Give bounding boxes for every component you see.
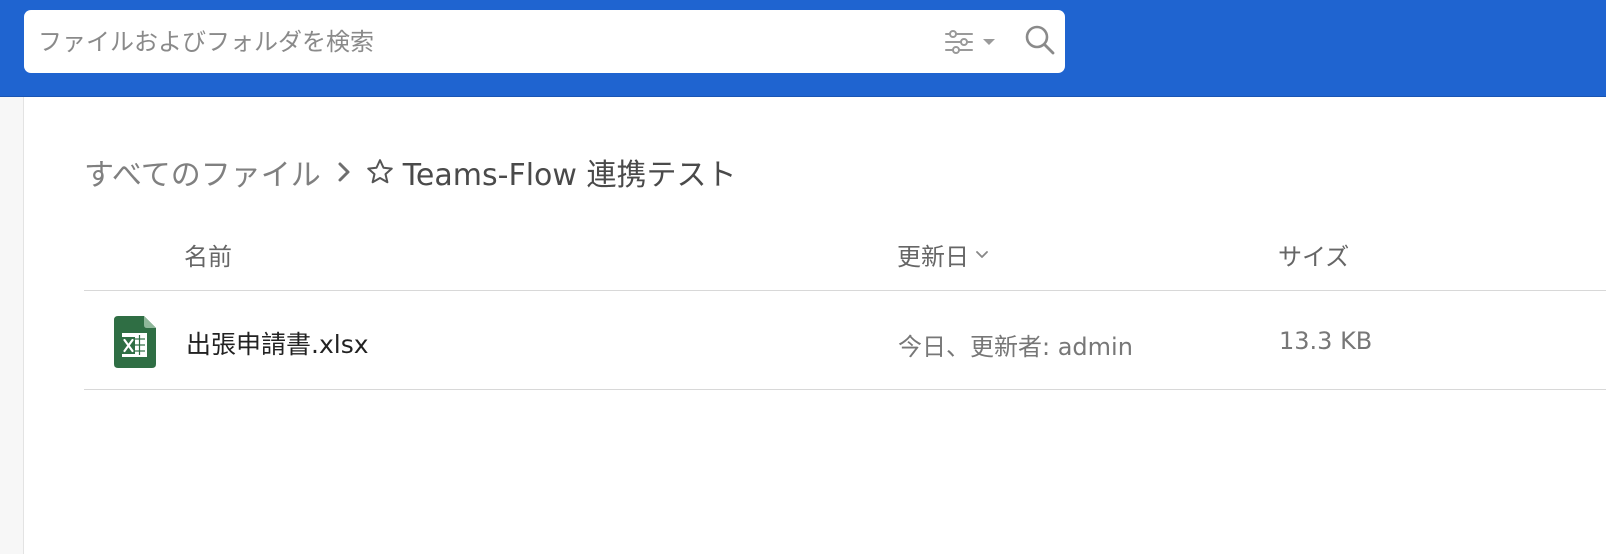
file-size-text: 13.3 KB [1279,327,1373,355]
search-icon [1024,24,1058,60]
column-header-size[interactable]: サイズ [1278,237,1349,272]
column-header-updated-label: 更新日 [897,243,969,271]
search-button[interactable] [1024,24,1058,58]
search-box [24,10,1065,73]
breadcrumb-current-folder: Teams-Flow 連携テスト [402,158,737,193]
chevron-right-icon [337,161,351,183]
sliders-icon [942,29,976,55]
search-filter-button[interactable] [942,26,1006,58]
top-bar [0,0,1606,97]
table-row[interactable]: 出張申請書.xlsx 今日、更新者: admin 13.3 KB [84,291,1606,390]
breadcrumb: すべてのファイル Teams-Flow 連携テスト [84,150,736,194]
column-header-name-label: 名前 [184,243,232,271]
file-updated-text: 今日、更新者: admin [898,333,1133,361]
sidebar-edge [0,97,24,554]
caret-down-icon [982,37,996,47]
column-header-name[interactable]: 名前 [184,237,232,272]
column-header-size-label: サイズ [1278,243,1350,271]
file-name-link[interactable]: 出張申請書.xlsx [186,325,369,361]
table-header: 名前 更新日 サイズ [84,225,1606,291]
breadcrumb-root-link[interactable]: すべてのファイル [84,150,321,194]
column-header-updated[interactable]: 更新日 [897,237,989,272]
search-input[interactable] [38,10,918,73]
star-outline-icon[interactable] [365,157,395,187]
chevron-down-icon [975,250,989,260]
excel-file-icon [114,316,156,368]
